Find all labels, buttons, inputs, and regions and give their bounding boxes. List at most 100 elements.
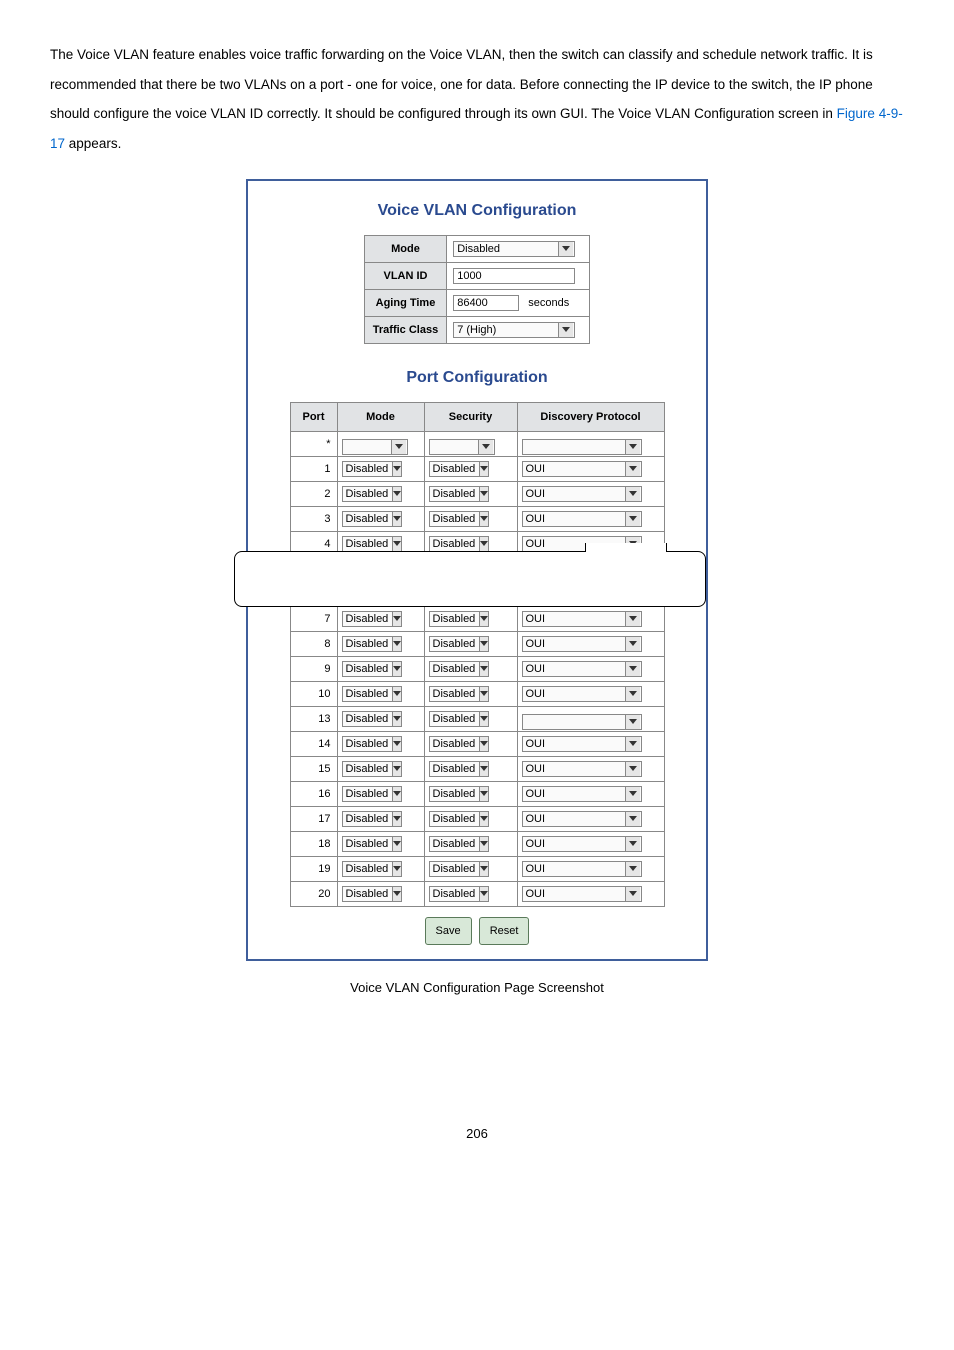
mode-select[interactable]: Disabled — [342, 836, 402, 852]
mode-select[interactable]: Disabled — [342, 586, 402, 602]
security-select[interactable]: Disabled — [429, 611, 489, 627]
mode-select[interactable]: Disabled — [453, 241, 575, 257]
security-select[interactable]: Disabled — [429, 636, 489, 652]
chevron-down-icon — [392, 737, 401, 751]
chevron-down-icon — [479, 537, 488, 551]
chevron-down-icon — [625, 787, 640, 801]
traffic-select[interactable]: 7 (High) — [453, 322, 575, 338]
security-select[interactable]: Disabled — [429, 561, 489, 577]
security-select[interactable]: Disabled — [429, 711, 489, 727]
mode-select[interactable]: Disabled — [342, 886, 402, 902]
chevron-down-icon — [392, 637, 401, 651]
reset-button[interactable]: Reset — [479, 917, 530, 945]
discovery-select[interactable]: OUI — [522, 636, 642, 652]
security-select[interactable]: Disabled — [429, 486, 489, 502]
discovery-select[interactable]: OUI — [522, 836, 642, 852]
port-number: 18 — [290, 831, 337, 856]
mode-select[interactable]: Disabled — [342, 636, 402, 652]
mode-value: Disabled — [346, 537, 389, 551]
mode-select[interactable]: Disabled — [342, 786, 402, 802]
chevron-down-icon — [479, 862, 488, 876]
security-value: Disabled — [433, 687, 476, 701]
discovery-select[interactable] — [522, 714, 642, 730]
security-select[interactable]: Disabled — [429, 586, 489, 602]
chevron-down-icon — [479, 562, 488, 576]
mode-select[interactable]: Disabled — [342, 761, 402, 777]
chevron-down-icon — [478, 440, 493, 454]
discovery-select[interactable]: OUI — [522, 586, 642, 602]
chevron-down-icon — [625, 612, 640, 626]
security-select[interactable]: Disabled — [429, 536, 489, 552]
discovery-select[interactable]: OUI — [522, 611, 642, 627]
chevron-down-icon — [558, 242, 573, 256]
discovery-select[interactable]: OUI — [522, 461, 642, 477]
discovery-value: OUI — [526, 812, 546, 826]
discovery-select[interactable]: OUI — [522, 511, 642, 527]
security-value: Disabled — [433, 837, 476, 851]
chevron-down-icon — [392, 462, 401, 476]
discovery-value: OUI — [526, 687, 546, 701]
mode-select[interactable]: Disabled — [342, 611, 402, 627]
discovery-select[interactable]: OUI — [522, 561, 642, 577]
discovery-select[interactable]: OUI — [522, 886, 642, 902]
security-value: Disabled — [433, 812, 476, 826]
security-select[interactable] — [429, 439, 495, 455]
security-value: Disabled — [433, 887, 476, 901]
chevron-down-icon — [392, 762, 401, 776]
discovery-select[interactable]: OUI — [522, 811, 642, 827]
table-row: * — [290, 431, 664, 456]
aging-input[interactable]: 86400 — [453, 295, 519, 311]
header-port: Port — [290, 402, 337, 431]
chevron-down-icon — [479, 462, 488, 476]
aging-unit: seconds — [528, 297, 569, 309]
table-row: 8DisabledDisabledOUI — [290, 631, 664, 656]
mode-select[interactable]: Disabled — [342, 661, 402, 677]
security-select[interactable]: Disabled — [429, 686, 489, 702]
mode-select[interactable]: Disabled — [342, 686, 402, 702]
chevron-down-icon — [479, 512, 488, 526]
security-select[interactable]: Disabled — [429, 861, 489, 877]
mode-select[interactable]: Disabled — [342, 461, 402, 477]
mode-select[interactable]: Disabled — [342, 811, 402, 827]
security-select[interactable]: Disabled — [429, 661, 489, 677]
chevron-down-icon — [558, 323, 573, 337]
discovery-select[interactable]: OUI — [522, 686, 642, 702]
chevron-down-icon — [392, 862, 401, 876]
vlanid-label: VLAN ID — [364, 262, 446, 289]
mode-select[interactable]: Disabled — [342, 861, 402, 877]
discovery-select[interactable]: OUI — [522, 786, 642, 802]
discovery-value: OUI — [526, 612, 546, 626]
mode-select[interactable]: Disabled — [342, 736, 402, 752]
mode-select[interactable]: Disabled — [342, 511, 402, 527]
save-button[interactable]: Save — [425, 917, 472, 945]
discovery-select[interactable]: OUI — [522, 861, 642, 877]
vlanid-input[interactable]: 1000 — [453, 268, 575, 284]
mode-select[interactable] — [342, 439, 408, 455]
discovery-select[interactable]: OUI — [522, 736, 642, 752]
discovery-select[interactable]: OUI — [522, 536, 642, 552]
security-select[interactable]: Disabled — [429, 461, 489, 477]
chevron-down-icon — [392, 612, 401, 626]
security-select[interactable]: Disabled — [429, 836, 489, 852]
security-select[interactable]: Disabled — [429, 761, 489, 777]
header-discovery: Discovery Protocol — [517, 402, 664, 431]
mode-select[interactable]: Disabled — [342, 711, 402, 727]
chevron-down-icon — [392, 712, 401, 726]
mode-select[interactable]: Disabled — [342, 536, 402, 552]
discovery-select[interactable]: OUI — [522, 486, 642, 502]
discovery-select[interactable]: OUI — [522, 661, 642, 677]
mode-select[interactable]: Disabled — [342, 486, 402, 502]
security-select[interactable]: Disabled — [429, 511, 489, 527]
chevron-down-icon — [392, 887, 401, 901]
security-select[interactable]: Disabled — [429, 736, 489, 752]
mode-select[interactable]: Disabled — [342, 561, 402, 577]
chevron-down-icon — [392, 512, 401, 526]
discovery-select[interactable]: OUI — [522, 761, 642, 777]
port-number: 13 — [290, 706, 337, 731]
mode-label: Mode — [364, 235, 446, 262]
security-select[interactable]: Disabled — [429, 786, 489, 802]
security-select[interactable]: Disabled — [429, 886, 489, 902]
security-value: Disabled — [433, 862, 476, 876]
discovery-select[interactable] — [522, 439, 642, 455]
security-select[interactable]: Disabled — [429, 811, 489, 827]
